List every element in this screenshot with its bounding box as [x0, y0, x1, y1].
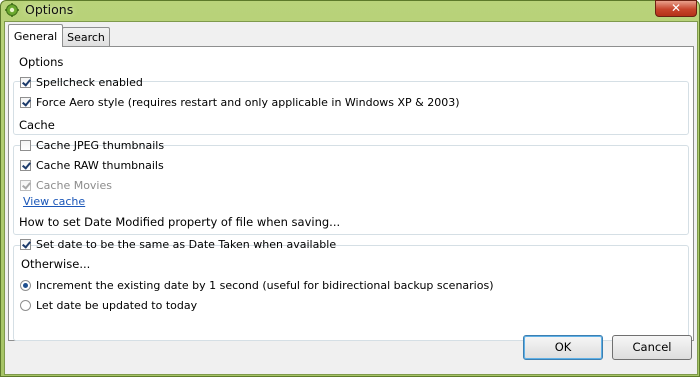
close-icon: ✕	[670, 1, 682, 15]
update-today-radio[interactable]	[20, 299, 31, 311]
close-button[interactable]: ✕	[655, 0, 697, 17]
window-title: Options	[25, 2, 74, 17]
date-taken-label: Set date to be the same as Date Taken wh…	[36, 237, 337, 251]
cache-jpeg-checkbox[interactable]	[20, 139, 31, 151]
gear-icon	[5, 3, 19, 17]
date-taken-checkbox[interactable]	[20, 238, 31, 250]
update-today-radio-row[interactable]: Let date be updated to today	[20, 297, 197, 313]
cache-movies-checkbox	[20, 179, 31, 191]
cancel-button[interactable]: Cancel	[612, 335, 692, 360]
increment-date-radio-row[interactable]: Increment the existing date by 1 second …	[20, 277, 494, 293]
force-aero-label: Force Aero style (requires restart and o…	[36, 95, 460, 109]
title-bar[interactable]: Options ✕	[1, 0, 699, 21]
tab-search[interactable]: Search	[62, 27, 110, 47]
tab-general[interactable]: General	[8, 24, 63, 47]
otherwise-label: Otherwise...	[21, 257, 91, 271]
increment-date-label: Increment the existing date by 1 second …	[36, 278, 494, 292]
cache-raw-checkbox-row[interactable]: Cache RAW thumbnails	[20, 157, 164, 173]
date-group-box	[13, 245, 689, 341]
options-window: Options ✕ General Search Options Spellch…	[0, 0, 700, 377]
spellcheck-checkbox-row[interactable]: Spellcheck enabled	[20, 74, 143, 90]
cache-movies-label: Cache Movies	[36, 178, 112, 192]
force-aero-checkbox[interactable]	[20, 96, 31, 108]
spellcheck-checkbox[interactable]	[20, 76, 31, 88]
force-aero-checkbox-row[interactable]: Force Aero style (requires restart and o…	[20, 94, 460, 110]
view-cache-link[interactable]: View cache	[23, 195, 85, 208]
increment-date-radio[interactable]	[20, 279, 31, 291]
cache-raw-checkbox[interactable]	[20, 159, 31, 171]
update-today-label: Let date be updated to today	[36, 298, 198, 312]
general-tab-panel: Options Spellcheck enabled Force Aero st…	[8, 46, 694, 341]
options-group-title: Options	[19, 55, 64, 69]
cache-movies-checkbox-row: Cache Movies	[20, 177, 112, 193]
cache-group-title: Cache	[19, 118, 55, 132]
spellcheck-label: Spellcheck enabled	[36, 75, 143, 89]
cache-jpeg-checkbox-row[interactable]: Cache JPEG thumbnails	[20, 137, 164, 153]
date-taken-checkbox-row[interactable]: Set date to be the same as Date Taken wh…	[20, 236, 336, 252]
date-group-title: How to set Date Modified property of fil…	[19, 215, 341, 229]
cache-jpeg-label: Cache JPEG thumbnails	[36, 138, 165, 152]
dialog-client: General Search Options Spellcheck enable…	[4, 21, 698, 375]
cache-raw-label: Cache RAW thumbnails	[36, 158, 164, 172]
ok-button[interactable]: OK	[523, 335, 603, 360]
